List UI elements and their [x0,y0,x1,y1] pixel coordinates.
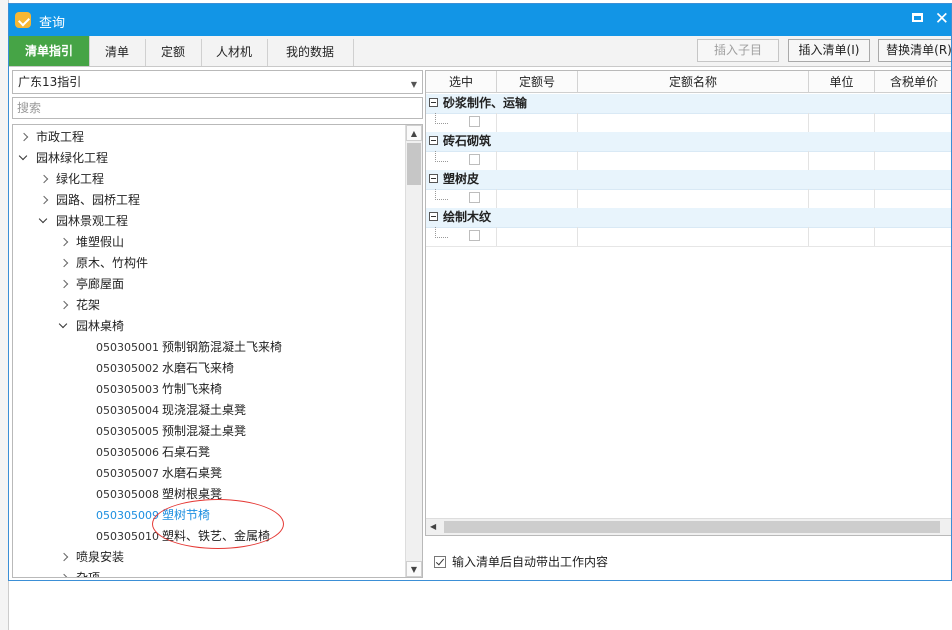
tree-leaf-item[interactable]: 050305004 现浇混凝土桌凳 [13,400,408,421]
tree-leaf-item[interactable]: 050305010 塑料、铁艺、金属椅 [13,526,408,547]
maximize-icon[interactable] [912,13,923,22]
guide-category-select[interactable]: 广东13指引 ▼ [12,70,423,94]
tree-node-greening[interactable]: 绿化工程 [13,169,408,190]
scroll-up-icon[interactable]: ▲ [406,125,422,141]
tree-node-pavilion-roof[interactable]: 亭廊屋面 [13,274,408,295]
row-checkbox[interactable] [469,154,480,165]
tree-node-municipal[interactable]: 市政工程 [13,127,408,148]
tree-node-rockery[interactable]: 堆塑假山 [13,232,408,253]
selected-category: 广东13指引 [18,75,82,89]
tree-leaf-item[interactable]: 050305005 预制混凝土桌凳 [13,421,408,442]
selected-tree-label: 花架 [76,298,101,312]
tab-my-data[interactable]: 我的数据 [267,39,354,66]
row-checkbox[interactable] [469,116,480,127]
data-row [426,113,951,133]
tree-leaf-item[interactable]: 050305007 水磨石桌凳 [13,463,408,484]
tree-leaf-item[interactable]: 050305006 石桌石凳 [13,442,408,463]
replace-list-button[interactable]: 替换清单(R) [878,39,951,62]
insert-list-button[interactable]: 插入清单(I) [788,39,870,62]
col-quota-name[interactable]: 定额名称 [578,71,809,93]
grid-horizontal-scrollbar[interactable]: ◀ [426,518,951,535]
group-row[interactable]: 绘制木纹 [426,208,951,228]
col-unit-price-tax[interactable]: 含税单价 [875,71,951,93]
tab-labor-material-machine[interactable]: 人材机 [201,39,268,66]
search-input[interactable] [12,97,423,119]
tree-node-pergola[interactable]: 花架 [13,295,408,316]
tree-node-timber[interactable]: 原木、竹构件 [13,253,408,274]
tab-list-guide[interactable]: 清单指引 [9,36,90,66]
row-checkbox[interactable] [469,230,480,241]
window-title: 查询 [39,16,66,31]
tree-node-landscape[interactable]: 园林景观工程 [13,211,408,232]
app-logo-icon [15,12,31,28]
tree-scrollbar[interactable]: ▲ ▼ [405,125,422,577]
tab-quota[interactable]: 定额 [145,39,202,66]
left-pane: 广东13指引 ▼ 市政工程 园林绿化工程 绿化工程 园路、园桥工程 [12,70,423,578]
tree-node-garden-road[interactable]: 园路、园桥工程 [13,190,408,211]
title-bar: 查询 ✕ [9,4,951,36]
guide-tree: 市政工程 园林绿化工程 绿化工程 园路、园桥工程 园林景观工程 堆塑假山 原木、… [12,124,423,578]
tree-node-landscaping[interactable]: 园林绿化工程 [13,148,408,169]
close-icon[interactable]: ✕ [935,8,949,30]
tree-leaf-item[interactable]: 050305008 塑树根桌凳 [13,484,408,505]
tab-bar: 清单指引 清单 定额 人材机 我的数据 插入子目 插入清单(I) 替换清单(R) [9,36,951,67]
query-dialog: 查询 ✕ 清单指引 清单 定额 人材机 我的数据 插入子目 插入清单(I) 替换… [8,3,952,581]
tab-list[interactable]: 清单 [89,39,146,66]
tree-node-garden-chairs[interactable]: 园林桌椅 [13,316,408,337]
auto-fill-checkbox[interactable] [434,556,446,568]
scroll-thumb[interactable] [444,521,940,533]
data-row [426,189,951,209]
scroll-down-icon[interactable]: ▼ [406,561,422,577]
tree-leaf-item[interactable]: 050305002 水磨石飞来椅 [13,358,408,379]
tree-leaf-item-highlighted[interactable]: 050305009 塑树节椅 [13,505,408,526]
data-row [426,227,951,247]
collapse-icon[interactable] [429,136,438,145]
data-row [426,151,951,171]
col-select[interactable]: 选中 [426,71,497,93]
scroll-thumb[interactable] [407,143,421,185]
collapse-icon[interactable] [429,98,438,107]
collapse-icon[interactable] [429,212,438,221]
auto-fill-label: 输入清单后自动带出工作内容 [452,555,609,569]
quota-grid: 选中 定额号 定额名称 单位 含税单价 砂浆制作、运输 砖石砌筑 塑树皮 绘制木… [425,70,951,536]
tree-leaf-item[interactable]: 050305003 竹制飞来椅 [13,379,408,400]
scroll-left-icon[interactable]: ◀ [430,522,436,531]
tree-leaf-item[interactable]: 050305001 预制钢筋混凝土飞来椅 [13,337,408,358]
col-quota-number[interactable]: 定额号 [497,71,578,93]
insert-child-button[interactable]: 插入子目 [697,39,779,62]
tree-node-misc[interactable]: 杂项 [13,568,408,577]
group-row[interactable]: 砂浆制作、运输 [426,94,951,114]
collapse-icon[interactable] [429,174,438,183]
dropdown-arrow-icon: ▼ [410,80,417,89]
group-row[interactable]: 塑树皮 [426,170,951,190]
row-checkbox[interactable] [469,192,480,203]
col-unit[interactable]: 单位 [809,71,875,93]
group-row[interactable]: 砖石砌筑 [426,132,951,152]
tree-node-fountain[interactable]: 喷泉安装 [13,547,408,568]
